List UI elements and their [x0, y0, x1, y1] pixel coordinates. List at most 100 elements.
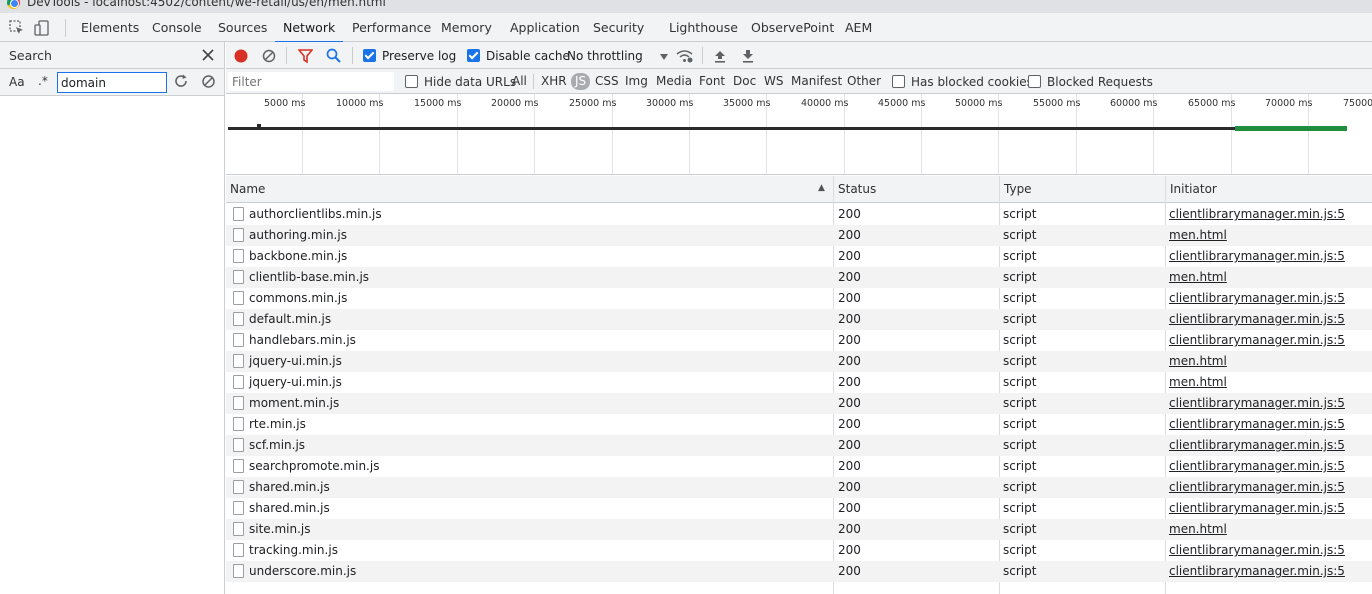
column-header-status[interactable]: Status	[833, 176, 999, 203]
table-row[interactable]: underscore.min.js 200 script clientlibra…	[226, 561, 1372, 582]
record-icon[interactable]	[234, 42, 248, 69]
tab-network[interactable]: Network	[274, 13, 344, 43]
tab-lighthouse[interactable]: Lighthouse	[669, 13, 738, 42]
type-filter-all[interactable]: All	[512, 73, 527, 90]
type-filter-ws[interactable]: WS	[764, 73, 783, 90]
file-icon	[233, 291, 244, 305]
table-row[interactable]: handlebars.min.js 200 script clientlibra…	[226, 330, 1372, 351]
request-initiator-link[interactable]: clientlibrarymanager.min.js:5	[1169, 414, 1345, 435]
type-filter-manifest[interactable]: Manifest	[791, 73, 842, 90]
disable-cache-checkbox[interactable]: Disable cache	[467, 42, 570, 69]
search-icon[interactable]	[326, 42, 341, 69]
column-header-type[interactable]: Type	[999, 176, 1165, 203]
search-input[interactable]	[57, 72, 167, 93]
import-har-icon[interactable]	[714, 42, 726, 69]
close-icon[interactable]	[201, 45, 215, 66]
has-blocked-cookies-check[interactable]	[892, 75, 905, 88]
preserve-log-check[interactable]	[363, 49, 376, 62]
request-initiator-link[interactable]: clientlibrarymanager.min.js:5	[1169, 477, 1345, 498]
request-initiator-link[interactable]: clientlibrarymanager.min.js:5	[1169, 540, 1345, 561]
request-initiator-link[interactable]: clientlibrarymanager.min.js:5	[1169, 204, 1345, 225]
tab-observepoint[interactable]: ObservePoint	[751, 13, 834, 42]
table-row[interactable]: authoring.min.js 200 script men.html	[226, 225, 1372, 246]
filter-icon[interactable]	[298, 42, 313, 69]
table-row[interactable]: jquery-ui.min.js 200 script men.html	[226, 351, 1372, 372]
table-row[interactable]: searchpromote.min.js 200 script clientli…	[226, 456, 1372, 477]
request-initiator-link[interactable]: clientlibrarymanager.min.js:5	[1169, 435, 1345, 456]
file-icon	[233, 312, 244, 326]
table-row[interactable]: default.min.js 200 script clientlibrarym…	[226, 309, 1372, 330]
has-blocked-cookies-checkbox[interactable]: Has blocked cookies	[892, 69, 1033, 94]
request-status: 200	[838, 291, 861, 305]
request-name: jquery-ui.min.js	[249, 354, 342, 368]
table-row[interactable]: moment.min.js 200 script clientlibraryma…	[226, 393, 1372, 414]
regex-toggle[interactable]: .*	[38, 74, 48, 88]
type-filter-img[interactable]: Img	[625, 73, 648, 90]
tab-console[interactable]: Console	[152, 13, 202, 42]
tab-aem[interactable]: AEM	[845, 13, 872, 42]
table-row[interactable]: shared.min.js 200 script clientlibraryma…	[226, 477, 1372, 498]
request-initiator-link[interactable]: clientlibrarymanager.min.js:5	[1169, 246, 1345, 267]
tab-performance[interactable]: Performance	[352, 13, 431, 42]
request-initiator-link[interactable]: clientlibrarymanager.min.js:5	[1169, 456, 1345, 477]
table-row[interactable]: authorclientlibs.min.js 200 script clien…	[226, 204, 1372, 225]
table-row[interactable]: jquery-ui.min.js 200 script men.html	[226, 372, 1372, 393]
network-conditions-icon[interactable]	[676, 42, 693, 69]
type-filter-media[interactable]: Media	[656, 73, 692, 90]
request-initiator-link[interactable]: clientlibrarymanager.min.js:5	[1169, 288, 1345, 309]
tab-security[interactable]: Security	[593, 13, 644, 42]
table-row[interactable]: shared.min.js 200 script clientlibraryma…	[226, 498, 1372, 519]
overview-tick: 70000 ms	[1265, 98, 1313, 109]
request-initiator-link[interactable]: clientlibrarymanager.min.js:5	[1169, 498, 1345, 519]
table-row[interactable]: tracking.min.js 200 script clientlibrary…	[226, 540, 1372, 561]
type-filter-doc[interactable]: Doc	[733, 73, 756, 90]
table-row[interactable]: clientlib-base.min.js 200 script men.htm…	[226, 267, 1372, 288]
table-row[interactable]: scf.min.js 200 script clientlibrarymanag…	[226, 435, 1372, 456]
request-initiator-link[interactable]: clientlibrarymanager.min.js:5	[1169, 393, 1345, 414]
hide-data-urls-checkbox[interactable]: Hide data URLs	[405, 69, 516, 94]
type-filter-font[interactable]: Font	[699, 73, 725, 90]
device-toggle-icon[interactable]	[34, 20, 50, 36]
request-initiator-link[interactable]: men.html	[1169, 225, 1227, 246]
tab-elements[interactable]: Elements	[81, 13, 139, 42]
match-case-toggle[interactable]: Aa	[9, 75, 25, 89]
table-row[interactable]: rte.min.js 200 script clientlibrarymanag…	[226, 414, 1372, 435]
type-filter-css[interactable]: CSS	[595, 73, 619, 90]
tab-memory[interactable]: Memory	[441, 13, 492, 42]
disable-cache-check[interactable]	[467, 49, 480, 62]
request-initiator-link[interactable]: clientlibrarymanager.min.js:5	[1169, 309, 1345, 330]
table-row[interactable]: site.min.js 200 script men.html	[226, 519, 1372, 540]
devtools-tabbar: Elements Console Sources Network Perform…	[0, 13, 1372, 43]
request-status: 200	[838, 354, 861, 368]
table-row[interactable]: commons.min.js 200 script clientlibrarym…	[226, 288, 1372, 309]
tab-sources[interactable]: Sources	[218, 13, 267, 42]
network-overview[interactable]: 5000 ms 10000 ms 15000 ms 20000 ms 25000…	[226, 94, 1372, 175]
filter-input[interactable]	[228, 72, 394, 91]
type-filter-other[interactable]: Other	[847, 73, 881, 90]
column-header-initiator[interactable]: Initiator	[1165, 176, 1372, 203]
clear-icon[interactable]	[201, 74, 216, 92]
request-name: site.min.js	[249, 522, 311, 536]
request-initiator-link[interactable]: men.html	[1169, 372, 1227, 393]
blocked-requests-check[interactable]	[1028, 75, 1041, 88]
hide-data-urls-check[interactable]	[405, 75, 418, 88]
inspect-icon[interactable]	[9, 20, 25, 36]
request-initiator-link[interactable]: men.html	[1169, 519, 1227, 540]
blocked-requests-checkbox[interactable]: Blocked Requests	[1028, 69, 1153, 94]
clear-log-icon[interactable]	[262, 42, 276, 69]
request-initiator-link[interactable]: clientlibrarymanager.min.js:5	[1169, 561, 1345, 582]
sort-ascending-icon[interactable]: ▲	[818, 183, 825, 193]
throttling-select[interactable]: No throttling	[567, 42, 668, 69]
type-filter-xhr[interactable]: XHR	[541, 73, 567, 90]
table-row[interactable]: backbone.min.js 200 script clientlibrary…	[226, 246, 1372, 267]
type-filter-js[interactable]: JS	[571, 73, 591, 90]
column-header-name[interactable]: Name	[226, 176, 833, 203]
tab-application[interactable]: Application	[510, 13, 580, 42]
export-har-icon[interactable]	[742, 42, 754, 69]
request-initiator-link[interactable]: men.html	[1169, 267, 1227, 288]
request-initiator-link[interactable]: clientlibrarymanager.min.js:5	[1169, 330, 1345, 351]
request-type: script	[1003, 564, 1037, 578]
refresh-icon[interactable]	[173, 73, 189, 92]
preserve-log-checkbox[interactable]: Preserve log	[363, 42, 456, 69]
request-initiator-link[interactable]: men.html	[1169, 351, 1227, 372]
